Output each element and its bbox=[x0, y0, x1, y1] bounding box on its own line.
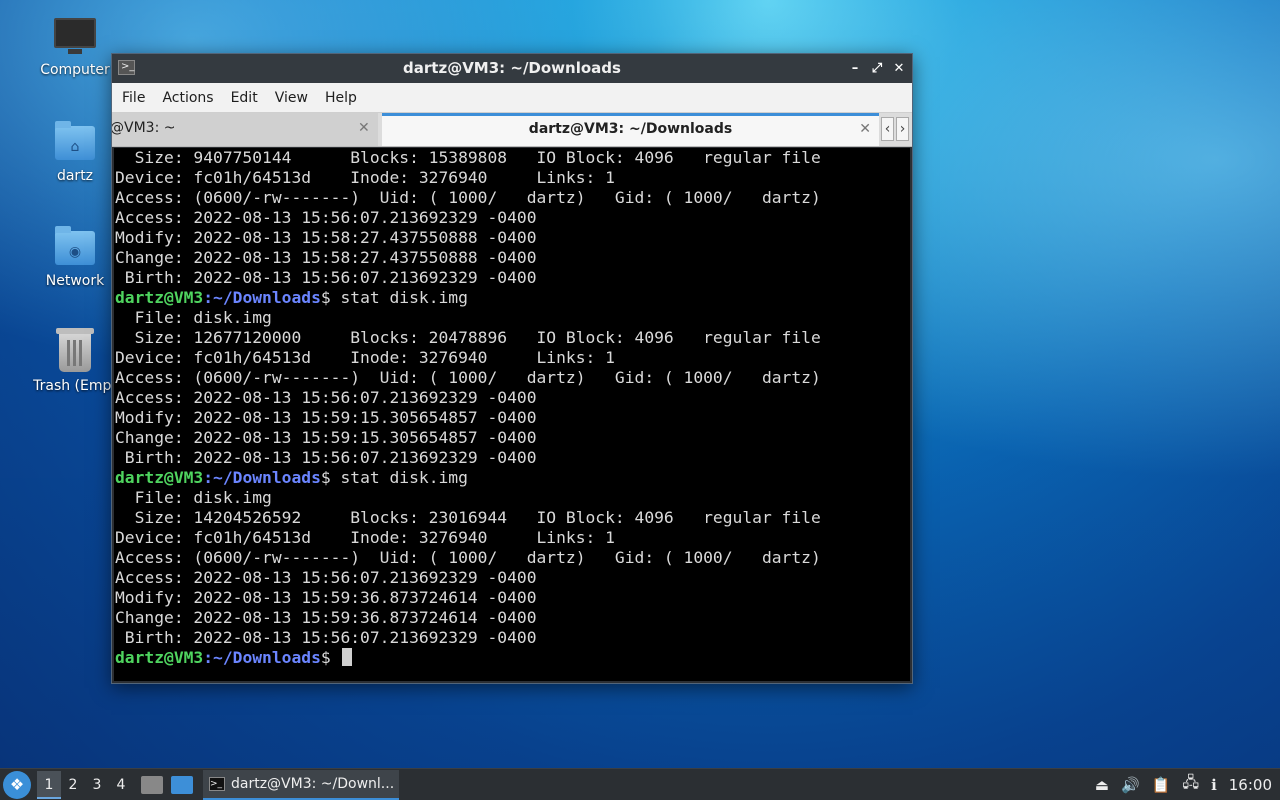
tab-downloads[interactable]: dartz@VM3: ~/Downloads ✕ bbox=[382, 113, 879, 146]
prompt-separator: : bbox=[203, 468, 214, 487]
terminal-output-line: Birth: 2022-08-13 15:56:07.213692329 -04… bbox=[115, 628, 537, 647]
prompt-separator: : bbox=[203, 288, 214, 307]
menubar: File Actions Edit View Help bbox=[112, 83, 912, 113]
terminal-output-line: Change: 2022-08-13 15:59:15.305654857 -0… bbox=[115, 428, 537, 447]
menu-edit[interactable]: Edit bbox=[231, 90, 269, 106]
terminal-output-line: Birth: 2022-08-13 15:56:07.213692329 -04… bbox=[115, 268, 537, 287]
tab-scroll-left-button[interactable]: ‹ bbox=[881, 117, 894, 141]
terminal-output-line: Modify: 2022-08-13 15:59:36.873724614 -0… bbox=[115, 588, 537, 607]
volume-icon[interactable]: 🔊 bbox=[1121, 776, 1140, 794]
tab-home[interactable]: @VM3: ~ ✕ bbox=[112, 113, 378, 146]
window-titlebar[interactable]: >_ dartz@VM3: ~/Downloads – ⤢ ✕ bbox=[112, 54, 912, 83]
prompt-user: dartz@VM3 bbox=[115, 648, 204, 667]
workspace-2[interactable]: 2 bbox=[61, 771, 85, 799]
close-button[interactable]: ✕ bbox=[892, 54, 906, 83]
workspace-1[interactable]: 1 bbox=[37, 770, 61, 799]
terminal-output-line: Access: (0600/-rw-------) Uid: ( 1000/ d… bbox=[115, 548, 821, 567]
prompt-separator: : bbox=[203, 648, 214, 667]
terminal-output-line: Device: fc01h/64513d Inode: 3276940 Link… bbox=[115, 168, 615, 187]
taskbar: ❖ 1 2 3 4 >_ dartz@VM3: ~/Downl... ⏏ 🔊 📋… bbox=[0, 768, 1280, 800]
terminal-prompt-line: dartz@VM3:~/Downloads$ bbox=[115, 648, 910, 668]
prompt-user: dartz@VM3 bbox=[115, 468, 204, 487]
menu-actions[interactable]: Actions bbox=[162, 90, 224, 106]
terminal-output-line: Access: (0600/-rw-------) Uid: ( 1000/ d… bbox=[115, 188, 821, 207]
terminal-output-line: File: disk.img bbox=[115, 308, 272, 327]
terminal-output-line: Access: (0600/-rw-------) Uid: ( 1000/ d… bbox=[115, 368, 821, 387]
terminal-output-line: Size: 14204526592 Blocks: 23016944 IO Bl… bbox=[115, 508, 821, 527]
tab-label: @VM3: ~ bbox=[112, 120, 176, 136]
show-desktop-icon[interactable] bbox=[171, 775, 193, 794]
tab-close-icon[interactable]: ✕ bbox=[358, 113, 370, 143]
taskbar-task-terminal[interactable]: >_ dartz@VM3: ~/Downl... bbox=[203, 769, 399, 800]
clipboard-icon[interactable]: 📋 bbox=[1152, 776, 1171, 794]
tab-close-icon[interactable]: ✕ bbox=[859, 116, 871, 143]
trash-icon bbox=[56, 328, 94, 372]
terminal-output-line: Change: 2022-08-13 15:58:27.437550888 -0… bbox=[115, 248, 537, 267]
prompt-command: $ stat disk.img bbox=[320, 288, 468, 307]
file-manager-launcher-icon[interactable] bbox=[141, 775, 163, 794]
clock[interactable]: 16:00 bbox=[1229, 776, 1272, 794]
terminal-output-line: Size: 9407750144 Blocks: 15389808 IO Blo… bbox=[115, 148, 821, 167]
workspace-4[interactable]: 4 bbox=[109, 771, 133, 799]
network-folder-icon: ◉ bbox=[55, 226, 95, 265]
update-icon[interactable]: ℹ bbox=[1211, 776, 1217, 794]
prompt-path: ~/Downloads bbox=[213, 648, 321, 667]
terminal-output-line: Device: fc01h/64513d Inode: 3276940 Link… bbox=[115, 348, 615, 367]
terminal-output[interactable]: Size: 9407750144 Blocks: 15389808 IO Blo… bbox=[114, 148, 910, 681]
prompt-path: ~/Downloads bbox=[213, 288, 321, 307]
terminal-output-line: Size: 12677120000 Blocks: 20478896 IO Bl… bbox=[115, 328, 821, 347]
terminal-cursor bbox=[342, 648, 353, 666]
menu-file[interactable]: File bbox=[122, 90, 156, 106]
tab-label: dartz@VM3: ~/Downloads bbox=[528, 121, 733, 137]
workspace-3[interactable]: 3 bbox=[85, 771, 109, 799]
window-title: dartz@VM3: ~/Downloads bbox=[403, 59, 621, 77]
prompt-command: $ stat disk.img bbox=[320, 468, 468, 487]
terminal-output-line: Access: 2022-08-13 15:56:07.213692329 -0… bbox=[115, 388, 537, 407]
terminal-output-line: Device: fc01h/64513d Inode: 3276940 Link… bbox=[115, 528, 615, 547]
terminal-output-line: Change: 2022-08-13 15:59:36.873724614 -0… bbox=[115, 608, 537, 627]
terminal-output-line: Modify: 2022-08-13 15:58:27.437550888 -0… bbox=[115, 228, 537, 247]
terminal-command-line: dartz@VM3:~/Downloads$ stat disk.img bbox=[115, 288, 910, 308]
terminal-app-icon: >_ bbox=[118, 60, 135, 75]
tab-bar: @VM3: ~ ✕ dartz@VM3: ~/Downloads ✕ ‹ › bbox=[112, 113, 912, 147]
terminal-output-line: Birth: 2022-08-13 15:56:07.213692329 -04… bbox=[115, 448, 537, 467]
network-icon[interactable]: 🖧 bbox=[1182, 772, 1199, 797]
eject-icon[interactable]: ⏏ bbox=[1095, 776, 1109, 794]
menu-help[interactable]: Help bbox=[325, 90, 368, 106]
terminal-command-line: dartz@VM3:~/Downloads$ stat disk.img bbox=[115, 468, 910, 488]
menu-view[interactable]: View bbox=[275, 90, 319, 106]
terminal-output-line: Access: 2022-08-13 15:56:07.213692329 -0… bbox=[115, 568, 537, 587]
terminal-task-icon: >_ bbox=[209, 776, 225, 791]
app-menu-icon[interactable]: ❖ bbox=[3, 770, 31, 799]
terminal-output-line: Access: 2022-08-13 15:56:07.213692329 -0… bbox=[115, 208, 537, 227]
terminal-window[interactable]: >_ dartz@VM3: ~/Downloads – ⤢ ✕ File Act… bbox=[111, 53, 913, 684]
minimize-button[interactable]: – bbox=[848, 54, 862, 83]
prompt-user: dartz@VM3 bbox=[115, 288, 204, 307]
terminal-output-line: Modify: 2022-08-13 15:59:15.305654857 -0… bbox=[115, 408, 537, 427]
task-label: dartz@VM3: ~/Downl... bbox=[231, 775, 395, 792]
monitor-icon bbox=[54, 18, 96, 54]
maximize-button[interactable]: ⤢ bbox=[870, 54, 884, 83]
terminal-output-line: File: disk.img bbox=[115, 488, 272, 507]
tab-scroll-right-button[interactable]: › bbox=[896, 117, 909, 141]
home-folder-icon: ⌂ bbox=[55, 121, 95, 160]
prompt-path: ~/Downloads bbox=[213, 468, 321, 487]
prompt-command: $ bbox=[320, 648, 341, 667]
